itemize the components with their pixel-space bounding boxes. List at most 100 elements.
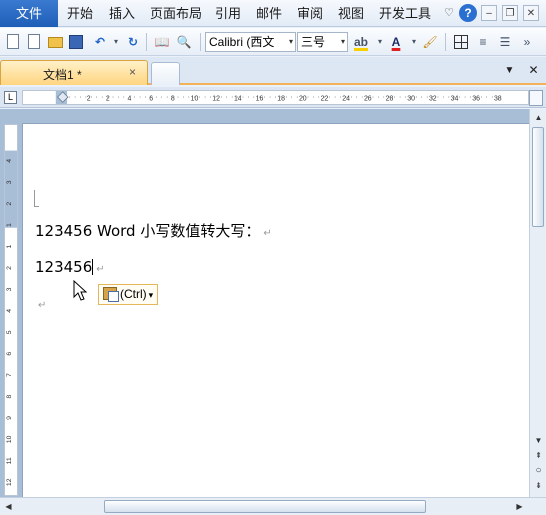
paragraph-mark: ↵	[38, 300, 47, 311]
document-tab-bar: 文档1 * × ▼ ✕	[0, 57, 546, 85]
page-setup-icon[interactable]	[4, 33, 22, 51]
chevron-down-icon: ▾	[148, 290, 154, 300]
tab-document1[interactable]: 文档1 * ×	[0, 60, 148, 85]
browse-object-icon[interactable]: ○	[531, 463, 546, 478]
font-color-icon[interactable]: A	[387, 33, 405, 51]
paste-options-label: (Ctrl)	[120, 287, 147, 301]
margin-corner-mark	[34, 206, 39, 207]
indent-icon[interactable]: ☰	[496, 33, 514, 51]
ruler-tick-label: 12	[212, 96, 220, 103]
line-1-text: 123456 Word 小写数值转大写：	[35, 222, 261, 240]
chevron-down-icon: ▾	[288, 37, 293, 46]
ruler-tick-label: 8	[6, 394, 13, 398]
next-page-icon[interactable]: ⇟	[531, 478, 546, 493]
ruler-tick-label: 28	[386, 96, 394, 103]
ruler-tick-label: 24	[342, 96, 350, 103]
tab-stop-selector[interactable]: L	[4, 91, 17, 104]
ruler-tick-label: 36	[472, 96, 480, 103]
menu-developer[interactable]: 开发工具	[379, 0, 431, 27]
previous-page-icon[interactable]: ⇞	[531, 448, 546, 463]
toolbar-separator	[445, 33, 446, 51]
paragraph-mark: ↵	[96, 264, 105, 275]
tab-list-dropdown-icon[interactable]: ▼	[502, 63, 517, 78]
close-icon[interactable]: ×	[129, 65, 136, 79]
vertical-ruler[interactable]: 43211234567891011121314	[4, 124, 18, 496]
horizontal-scrollbar[interactable]: ◀ ▶	[0, 497, 546, 515]
menu-insert[interactable]: 插入	[109, 0, 135, 27]
menu-review[interactable]: 审阅	[297, 0, 323, 27]
ribbon-collapse-icon[interactable]: ♡	[440, 4, 458, 22]
doc-line-2[interactable]: 123456 ↵	[35, 258, 105, 276]
menu-home[interactable]: 开始	[67, 0, 93, 27]
document-page[interactable]: 123456 Word 小写数值转大写： ↵ 123456 ↵ ↵ (Ctrl) ▾	[22, 123, 529, 497]
ruler-tick-label: 12	[6, 478, 13, 486]
ruler-tick-label: 4	[6, 159, 13, 163]
menu-bar: 文件 开始 插入 页面布局 引用 邮件 审阅 视图 开发工具 ♡ ? – ❐ ✕	[0, 0, 546, 27]
scroll-down-icon[interactable]: ▼	[531, 433, 546, 448]
horizontal-ruler-bar: L 2 2 4 6 8 10 12 14 16 18 20 22 24 26 28 30 32 34 36 38	[0, 87, 546, 108]
new-tab-button[interactable]	[151, 62, 180, 85]
ruler-tick-label: 9	[6, 416, 13, 420]
font-size-select[interactable]: 三号 ▾	[297, 32, 348, 52]
scroll-left-icon[interactable]: ◀	[1, 499, 16, 514]
line-spacing-icon[interactable]: ≡	[474, 33, 492, 51]
help-icon[interactable]: ?	[459, 4, 477, 22]
menu-page-layout[interactable]: 页面布局	[150, 0, 202, 27]
book-view-icon[interactable]: 📖	[153, 33, 171, 51]
quick-toolbar: ↶ ▾ ↻ 📖 🔍 Calibri (西文 ▾ 三号 ▾ ab ▾ A ▾ 🖌 …	[0, 28, 546, 56]
ruler-tick-label: 3	[6, 287, 13, 291]
ruler-tick-label: 2	[106, 96, 110, 103]
text-caret	[92, 259, 94, 275]
font-name-value: Calibri (西文	[209, 35, 275, 49]
toolbar-separator	[146, 33, 147, 51]
save-icon[interactable]	[67, 33, 85, 51]
close-icon[interactable]: ✕	[523, 5, 539, 21]
menu-references[interactable]: 引用	[215, 0, 241, 27]
horizontal-scroll-thumb[interactable]	[104, 500, 426, 513]
ruler-tick-label: 1	[6, 244, 13, 248]
close-document-icon[interactable]: ✕	[526, 63, 541, 78]
undo-dropdown-icon[interactable]: ▾	[107, 33, 125, 51]
tab-label: 文档1 *	[43, 68, 82, 82]
ruler-tick-label: 2	[87, 96, 91, 103]
redo-icon[interactable]: ↻	[124, 33, 142, 51]
ruler-tick-label: 2	[6, 202, 13, 206]
ruler-tick-label: 22	[321, 96, 329, 103]
chevron-down-icon: ▾	[340, 37, 345, 46]
toolbar-separator	[200, 33, 201, 51]
restore-icon[interactable]: ❐	[502, 5, 518, 21]
scroll-right-icon[interactable]: ▶	[512, 499, 527, 514]
table-grid-icon[interactable]	[452, 33, 470, 51]
ruler-tick-label: 10	[191, 96, 199, 103]
file-menu[interactable]: 文件	[0, 0, 58, 27]
scroll-up-icon[interactable]: ▲	[531, 110, 546, 125]
menu-mailings[interactable]: 邮件	[256, 0, 282, 27]
menu-view[interactable]: 视图	[338, 0, 364, 27]
minimize-icon[interactable]: –	[481, 5, 497, 21]
line-2-text: 123456	[35, 258, 93, 276]
doc-line-1[interactable]: 123456 Word 小写数值转大写： ↵	[35, 220, 272, 241]
horizontal-ruler[interactable]: 2 2 4 6 8 10 12 14 16 18 20 22 24 26 28 30 32 34 36 38	[22, 90, 529, 105]
paste-options-button[interactable]: (Ctrl) ▾	[98, 284, 159, 305]
ruler-tick-label: 1	[6, 223, 13, 227]
font-name-select[interactable]: Calibri (西文 ▾	[205, 32, 296, 52]
doc-line-3[interactable]: ↵	[35, 294, 46, 312]
ruler-tick-label: 4	[6, 309, 13, 313]
word-window: 文件 开始 插入 页面布局 引用 邮件 审阅 视图 开发工具 ♡ ? – ❐ ✕…	[0, 0, 546, 515]
ruler-tick-label: 30	[407, 96, 415, 103]
ruler-tick-label: 4	[128, 96, 132, 103]
more-tools-icon[interactable]: »	[518, 33, 536, 51]
ruler-tick-label: 8	[171, 96, 175, 103]
open-folder-icon[interactable]	[46, 33, 64, 51]
ruler-tick-label: 11	[6, 457, 13, 464]
vertical-scrollbar[interactable]: ▲ ▼ ⇞ ○ ⇟	[529, 109, 546, 497]
new-document-icon[interactable]	[25, 33, 43, 51]
margin-corner-mark	[34, 190, 35, 207]
ruler-tick-label: 2	[6, 266, 13, 270]
print-preview-icon[interactable]: 🔍	[175, 33, 193, 51]
ruler-view-toggle[interactable]	[529, 90, 543, 106]
ruler-tick-label: 7	[6, 373, 13, 377]
highlight-icon[interactable]: ab	[352, 33, 370, 51]
format-painter-icon[interactable]: 🖌	[421, 33, 439, 51]
vertical-scroll-thumb[interactable]	[532, 127, 544, 227]
